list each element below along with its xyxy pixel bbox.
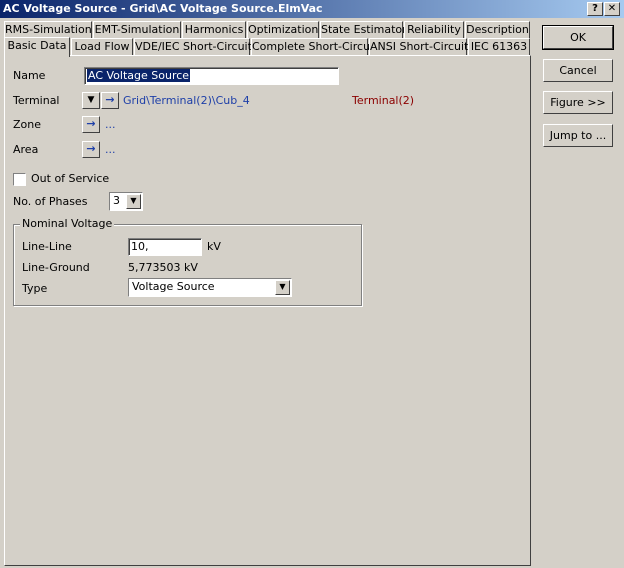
tab-ansi-short-circuit[interactable]: ANSI Short-Circuit	[369, 38, 468, 56]
arrow-right-icon: →	[105, 93, 115, 106]
close-button[interactable]: ✕	[604, 2, 620, 16]
area-jump-button[interactable]: →	[82, 141, 100, 158]
tab-description[interactable]: Description	[465, 21, 530, 39]
name-input-value: AC Voltage Source	[87, 69, 191, 82]
ok-button[interactable]: OK	[542, 25, 614, 50]
figure-button[interactable]: Figure >>	[543, 91, 613, 114]
tab-optimization[interactable]: Optimization	[247, 21, 319, 39]
out-of-service-label: Out of Service	[31, 172, 110, 185]
terminal-jump-button[interactable]: →	[101, 92, 119, 109]
terminal-dropdown-button[interactable]: ▼	[82, 92, 100, 109]
arrow-right-icon: →	[86, 142, 96, 155]
chevron-down-icon: ▼	[87, 95, 95, 105]
zone-jump-button[interactable]: →	[82, 116, 100, 133]
type-value: Voltage Source	[132, 280, 215, 293]
type-select[interactable]: Voltage Source ▼	[128, 278, 292, 297]
cancel-button[interactable]: Cancel	[543, 59, 613, 82]
zone-value[interactable]: ...	[105, 118, 116, 131]
terminal-label: Terminal	[13, 94, 60, 107]
phases-dropdown-button[interactable]: ▼	[126, 194, 141, 209]
line-ground-value: 5,773503 kV	[128, 261, 198, 274]
title-bar: AC Voltage Source - Grid\AC Voltage Sour…	[0, 0, 624, 18]
line-line-input[interactable]: 10,	[128, 238, 202, 256]
type-label: Type	[22, 282, 48, 295]
terminal-path-link[interactable]: Grid\Terminal(2)\Cub_4	[123, 94, 250, 107]
tab-iec-61363[interactable]: IEC 61363	[468, 38, 530, 56]
tab-emt-simulation[interactable]: EMT-Simulation	[93, 21, 181, 39]
type-dropdown-button[interactable]: ▼	[275, 280, 290, 295]
phases-value: 3	[113, 194, 120, 207]
line-line-unit: kV	[207, 240, 221, 253]
terminal-name: Terminal(2)	[352, 94, 415, 107]
arrow-right-icon: →	[86, 117, 96, 130]
name-label: Name	[13, 69, 46, 82]
tab-load-flow[interactable]: Load Flow	[71, 38, 133, 56]
tab-complete-short-circuit[interactable]: Complete Short-Circuit	[251, 38, 377, 56]
phases-label: No. of Phases	[13, 195, 88, 208]
tab-vde-iec-short-circuit[interactable]: VDE/IEC Short-Circuit	[134, 38, 252, 56]
area-value[interactable]: ...	[105, 143, 116, 156]
name-input[interactable]: AC Voltage Source	[84, 67, 339, 85]
help-button[interactable]: ?	[587, 2, 603, 16]
tab-reliability[interactable]: Reliability	[404, 21, 464, 39]
chevron-down-icon: ▼	[130, 196, 137, 205]
line-line-label: Line-Line	[22, 240, 72, 253]
phases-select[interactable]: 3 ▼	[109, 192, 143, 211]
tab-harmonics[interactable]: Harmonics	[182, 21, 246, 39]
area-label: Area	[13, 143, 39, 156]
nominal-voltage-title: Nominal Voltage	[20, 217, 115, 230]
tab-state-estimator[interactable]: State Estimator	[320, 21, 407, 39]
chevron-down-icon: ▼	[279, 282, 286, 291]
zone-label: Zone	[13, 118, 42, 131]
tab-basic-data[interactable]: Basic Data	[4, 37, 70, 57]
jump-to-button[interactable]: Jump to ...	[543, 124, 613, 147]
line-ground-label: Line-Ground	[22, 261, 90, 274]
window-title: AC Voltage Source - Grid\AC Voltage Sour…	[3, 2, 323, 15]
out-of-service-checkbox[interactable]	[13, 173, 26, 186]
